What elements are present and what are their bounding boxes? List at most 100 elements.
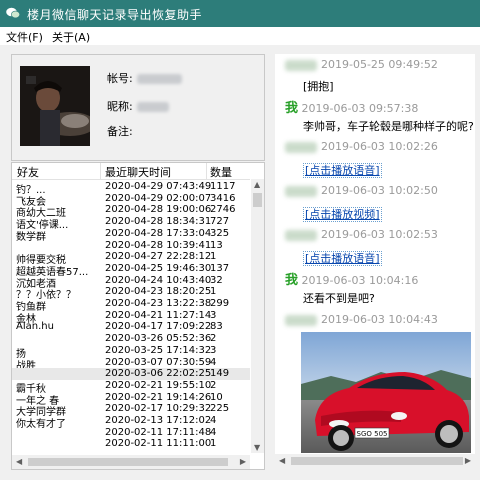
table-row[interactable]: 超越英语春57... 2020-04-25 19:46:30 137 bbox=[12, 262, 250, 278]
last-chat-time: 2020-04-29 07:43:49 bbox=[105, 181, 212, 192]
message-count: 2 bbox=[210, 333, 217, 345]
message-count: 1 bbox=[210, 286, 217, 298]
last-chat-time: 2020-04-27 22:28:12 bbox=[105, 251, 212, 263]
scroll-right-icon[interactable]: ▶ bbox=[465, 456, 471, 465]
scroll-thumb[interactable] bbox=[291, 457, 463, 465]
friends-list: 好友 最近聊天时间 数量 钓？... 2020-04-29 07:43:49 111… bbox=[11, 162, 265, 470]
chat-horizontal-scrollbar[interactable]: ◀ ▶ bbox=[275, 454, 475, 468]
nickname-value-redacted bbox=[136, 102, 169, 112]
table-row[interactable]: 霸千秋 2020-02-21 19:55:10 2 bbox=[12, 379, 250, 395]
scroll-left-icon[interactable]: ◀ bbox=[16, 457, 22, 466]
column-last-chat-time[interactable]: 最近聊天时间 bbox=[105, 164, 171, 180]
nickname-label: 昵称: bbox=[107, 98, 169, 114]
last-chat-time: 2020-03-25 17:14:32 bbox=[105, 344, 212, 356]
message-count: 2746 bbox=[210, 204, 236, 216]
sender-name-redacted bbox=[285, 314, 317, 326]
message-text: [拥抱] bbox=[303, 80, 334, 93]
message-header: 我 2019-06-03 09:57:38 bbox=[285, 101, 419, 116]
table-row[interactable]: 语文'停课... 2020-04-28 18:34:31 727 bbox=[12, 216, 250, 231]
message-count: 137 bbox=[210, 262, 230, 274]
message-text: 还看不到是吧? bbox=[303, 292, 375, 305]
message-count: 83 bbox=[210, 321, 223, 333]
message-header: 2019-06-03 10:02:53 bbox=[285, 228, 438, 241]
play-voice-link[interactable]: [点击播放语音] bbox=[303, 251, 382, 266]
message-count: 325 bbox=[210, 227, 230, 239]
message-count: 1 bbox=[210, 438, 217, 450]
scroll-left-icon[interactable]: ◀ bbox=[279, 456, 285, 465]
table-row[interactable]: 2020-03-06 22:02:25 149 bbox=[12, 368, 250, 381]
friend-name: Alan.hu bbox=[16, 321, 54, 333]
last-chat-time: 2020-02-13 17:12:02 bbox=[105, 415, 212, 426]
table-row[interactable]: 飞友会 2020-04-29 02:00:07 3416 bbox=[12, 192, 250, 208]
chat-image-car[interactable]: SGO 505 bbox=[301, 332, 471, 453]
column-count[interactable]: 数量 bbox=[210, 164, 232, 180]
scroll-thumb[interactable] bbox=[28, 458, 228, 466]
license-plate: SGO 505 bbox=[357, 430, 388, 438]
table-row[interactable]: 2020-03-26 05:52:36 2 bbox=[12, 333, 250, 345]
play-video-link[interactable]: [点击播放视频] bbox=[303, 207, 382, 222]
table-row[interactable]: 金林 2020-04-21 11:27:14 3 bbox=[12, 309, 250, 325]
table-row[interactable]: 沉如老酒 2020-04-24 10:43:40 32 bbox=[12, 274, 250, 290]
message-count: 299 bbox=[210, 298, 230, 309]
table-row[interactable]: 商幼大二班 2020-04-28 19:00:06 2746 bbox=[12, 204, 250, 219]
sender-name-redacted bbox=[285, 229, 317, 241]
last-chat-time: 2020-03-06 22:02:25 bbox=[105, 368, 212, 380]
table-row[interactable]: 战胜 2020-03-07 07:30:59 4 bbox=[12, 357, 250, 372]
avatar bbox=[20, 66, 90, 146]
message-header: 我 2019-06-03 10:04:16 bbox=[285, 273, 419, 288]
message-count: 3 bbox=[210, 309, 217, 321]
table-row[interactable]: 数学群 2020-04-28 17:33:04 325 bbox=[12, 227, 250, 243]
table-row[interactable]: 你太有才了 2020-02-13 17:12:02 4 bbox=[12, 415, 250, 430]
scroll-right-icon[interactable]: ▶ bbox=[240, 457, 246, 466]
play-voice-link[interactable]: [点击播放语音] bbox=[303, 163, 382, 178]
table-row[interactable]: 钓？... 2020-04-29 07:43:49 1117 bbox=[12, 181, 250, 196]
message-header: 2019-06-03 10:04:43 bbox=[285, 313, 438, 326]
message-count: 149 bbox=[210, 368, 230, 380]
message-count: 13 bbox=[210, 239, 223, 251]
table-row[interactable]: 2020-04-28 10:39:41 13 bbox=[12, 240, 250, 252]
last-chat-time: 2020-04-25 19:46:30 bbox=[105, 262, 212, 274]
last-chat-time: 2020-02-17 10:29:32 bbox=[105, 403, 212, 415]
message-header: 2019-05-25 09:49:52 bbox=[285, 58, 438, 71]
table-row[interactable]: 帅得要交税 2020-04-27 22:28:12 1 bbox=[12, 251, 250, 266]
table-row[interactable]: Alan.hu 2020-04-17 17:09:22 83 bbox=[12, 321, 250, 333]
last-chat-time: 2020-04-17 17:09:22 bbox=[105, 321, 212, 333]
table-row[interactable]: 2020-02-11 11:11:00 1 bbox=[12, 438, 250, 450]
message-count: 32 bbox=[210, 274, 223, 286]
friends-horizontal-scrollbar[interactable]: ◀ ▶ bbox=[12, 455, 250, 469]
message-header: 2019-06-03 10:02:50 bbox=[285, 184, 438, 197]
table-row[interactable]: 扬 2020-03-25 17:14:32 3 bbox=[12, 344, 250, 360]
last-chat-time: 2020-04-28 18:34:31 bbox=[105, 216, 212, 228]
scroll-down-icon[interactable]: ▼ bbox=[254, 443, 260, 452]
last-chat-time: 2020-04-29 02:00:07 bbox=[105, 192, 212, 204]
table-row[interactable]: 大学同学群 2020-02-17 10:29:32 225 bbox=[12, 403, 250, 418]
menu-about[interactable]: 关于(A) bbox=[52, 29, 90, 45]
message-count: 3416 bbox=[210, 192, 236, 204]
last-chat-time: 2020-02-21 19:14:26 bbox=[105, 391, 212, 403]
message-count: 4 bbox=[210, 426, 217, 438]
table-row[interactable]: 一年之 春 2020-02-21 19:14:26 10 bbox=[12, 391, 250, 407]
menu-file[interactable]: 文件(F) bbox=[6, 29, 43, 45]
message-header: 2019-06-03 10:02:26 bbox=[285, 140, 438, 153]
last-chat-time: 2020-04-23 18:20:25 bbox=[105, 286, 212, 298]
table-row[interactable]: 2020-02-11 17:11:48 4 bbox=[12, 427, 250, 439]
last-chat-time: 2020-04-21 11:27:14 bbox=[105, 309, 212, 321]
message-count: 1 bbox=[210, 251, 217, 263]
chat-panel: 2019-05-25 09:49:52 [拥抱] 我 2019-06-03 09… bbox=[275, 54, 475, 468]
last-chat-time: 2020-02-21 19:55:10 bbox=[105, 379, 212, 391]
window-title: 楼月微信聊天记录导出恢复助手 bbox=[27, 8, 203, 22]
message-count: 1117 bbox=[210, 181, 236, 192]
profile-panel: 帐号: 昵称: 备注: bbox=[11, 54, 265, 161]
sender-name-redacted bbox=[285, 59, 317, 71]
friends-vertical-scrollbar[interactable]: ▲ ▼ bbox=[251, 179, 264, 453]
scroll-up-icon[interactable]: ▲ bbox=[254, 180, 260, 189]
title-bar: 楼月微信聊天记录导出恢复助手 bbox=[0, 0, 480, 27]
message-text: 李帅哥，车子轮毂是哪种样子的呢? bbox=[303, 120, 474, 133]
scroll-thumb[interactable] bbox=[253, 193, 262, 207]
sender-name-redacted bbox=[285, 141, 317, 153]
column-friend[interactable]: 好友 bbox=[17, 164, 39, 180]
table-row[interactable]: ？？小依？？ 2020-04-23 18:20:25 1 bbox=[12, 286, 250, 301]
last-chat-time: 2020-04-24 10:43:40 bbox=[105, 274, 212, 286]
friends-table-header: 好友 最近聊天时间 数量 bbox=[12, 163, 250, 180]
table-row[interactable]: 钓鱼群 2020-04-23 13:22:38 299 bbox=[12, 298, 250, 313]
